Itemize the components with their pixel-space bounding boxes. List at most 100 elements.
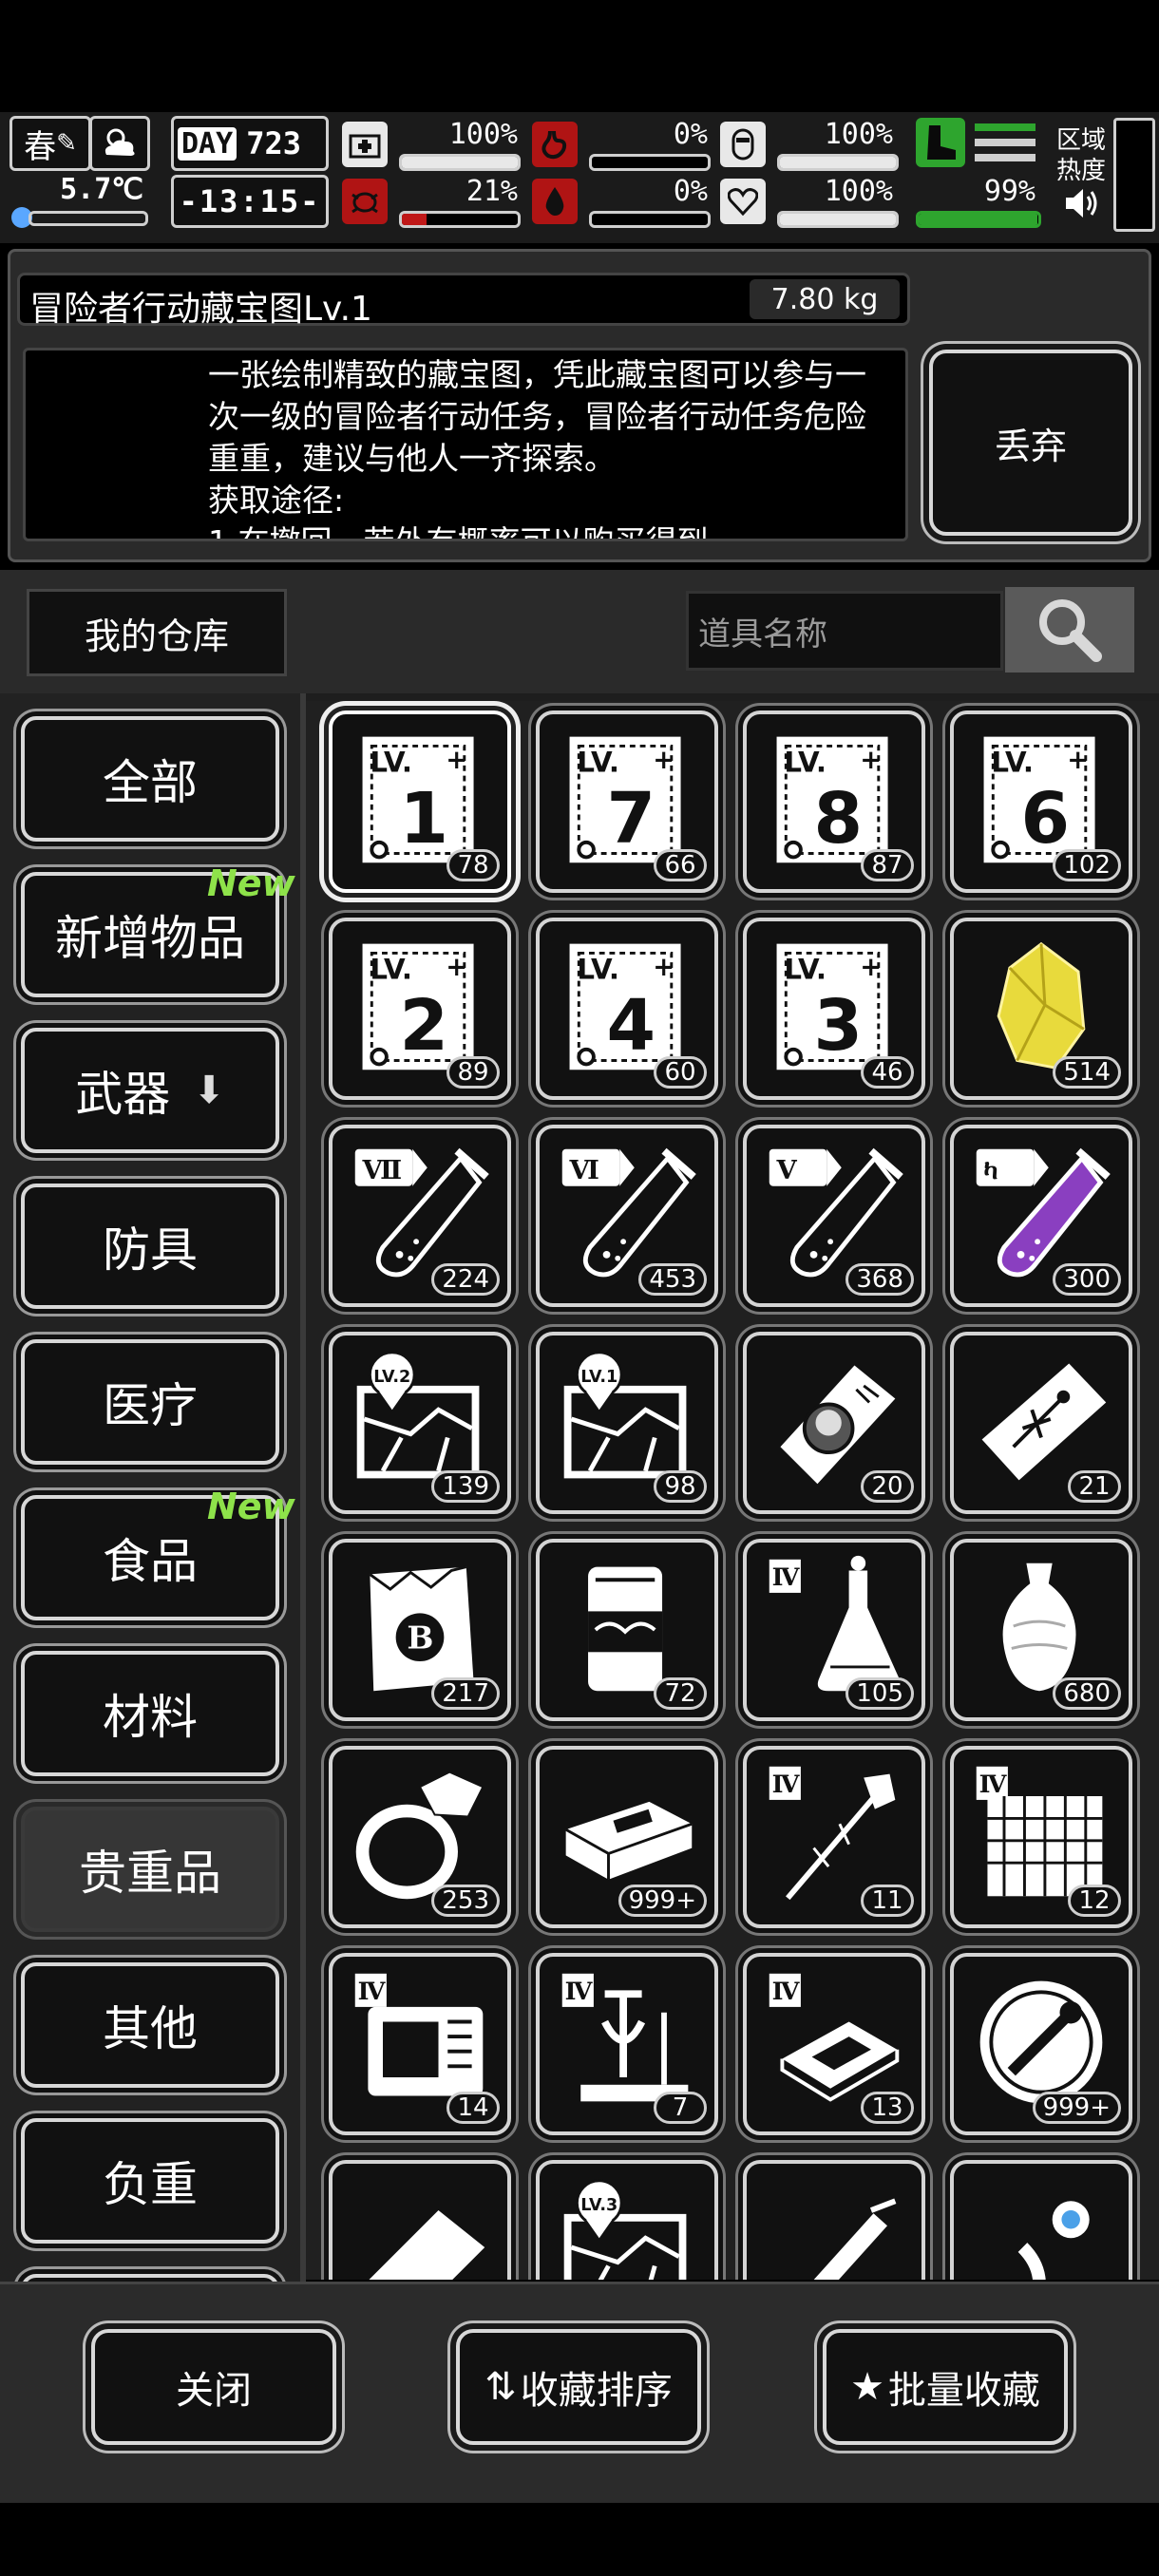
svg-text:+: +: [1067, 746, 1089, 775]
item-count-badge: 78: [446, 849, 500, 881]
stamina-bar-fill: [780, 157, 896, 168]
speaker-icon[interactable]: [1062, 184, 1100, 222]
item-slot-test-tube-v[interactable]: Ⅴ 368: [743, 1125, 925, 1307]
batch-favorite-label: 批量收藏: [887, 2369, 1040, 2413]
svg-text:Ⅳ: Ⅳ: [772, 1563, 801, 1591]
description-line: 次一级的冒险者行动任务，冒险者行动任务危险: [208, 398, 866, 435]
item-slot-ticket-partial[interactable]: [329, 2160, 511, 2280]
item-slot-food-can[interactable]: 72: [536, 1539, 718, 1721]
item-slot-robot-partial[interactable]: [950, 2160, 1132, 2280]
favorite-sort-label: 收藏排序: [520, 2369, 673, 2413]
category-4[interactable]: 医疗: [21, 1339, 279, 1465]
category-partial[interactable]: [21, 2274, 279, 2282]
category-7[interactable]: 贵重品: [21, 1807, 279, 1932]
item-slot-cpu-chip-iv[interactable]: Ⅳ 13: [743, 1953, 925, 2135]
item-count-badge: 105: [846, 1677, 914, 1710]
svg-text:LV.: LV.: [784, 747, 826, 779]
item-slot-skeleton-ticket[interactable]: 21: [950, 1332, 1132, 1514]
weight-bar-fill: [919, 214, 1037, 225]
item-count-badge: 999+: [618, 1885, 707, 1917]
item-slot-region-map-lv2[interactable]: LV.2 139: [329, 1332, 511, 1514]
favorite-sort-button[interactable]: ⇅ 收藏排序: [456, 2329, 701, 2445]
batch-favorite-button[interactable]: ★ 批量收藏: [823, 2329, 1068, 2445]
warehouse-title-box: 我的仓库: [27, 589, 287, 676]
bleeding-bar: [589, 211, 711, 228]
item-slot-flask-iv[interactable]: Ⅳ 105: [743, 1539, 925, 1721]
category-8[interactable]: 其他: [21, 1962, 279, 2088]
temperature-value: 5.7℃: [60, 173, 143, 206]
item-slot-wand-iv[interactable]: Ⅳ 11: [743, 1746, 925, 1928]
feather-icon: ✎: [56, 129, 77, 158]
item-count-badge: 60: [654, 1056, 707, 1089]
item-slot-porcelain-vase[interactable]: 680: [950, 1539, 1132, 1721]
region-map-lv3-icon: LV.3: [563, 2179, 687, 2280]
item-count-badge: 300: [1053, 1263, 1121, 1296]
item-weight: 7.80 kg: [770, 282, 879, 316]
ticket-partial-icon: [369, 2210, 485, 2280]
item-slot-test-tube-vi[interactable]: Ⅵ 453: [536, 1125, 718, 1307]
item-slot-treasure-map-lv8[interactable]: LV. + 8 87: [743, 710, 925, 893]
sort-arrows-icon: ⇅: [484, 2365, 517, 2409]
infection-bar: [399, 211, 521, 228]
item-slot-treasure-map-lv6[interactable]: LV. + 6 102: [950, 710, 1132, 893]
item-slot-treasure-map-lv3[interactable]: LV. + 3 46: [743, 918, 925, 1100]
item-count-badge: 102: [1053, 849, 1121, 881]
stamina-capsule-icon: [720, 122, 766, 167]
svg-text:+: +: [446, 953, 467, 982]
item-slot-treasure-map-lv4[interactable]: LV. + 4 60: [536, 918, 718, 1100]
zone-heat-label: 区域热度: [1056, 126, 1107, 185]
svg-text:4: 4: [607, 985, 656, 1067]
health-bar: [399, 154, 521, 171]
item-slot-treasure-map-lv1[interactable]: LV. + 1 78: [329, 710, 511, 893]
mood-bar-fill: [780, 214, 896, 225]
item-slot-purple-test-tube[interactable]: ካ 300: [950, 1125, 1132, 1307]
item-count-badge: 680: [1053, 1677, 1121, 1710]
item-slot-treasure-map-lv2[interactable]: LV. + 2 89: [329, 918, 511, 1100]
svg-text:LV.: LV.: [991, 747, 1034, 779]
close-button[interactable]: 关闭: [91, 2329, 336, 2445]
svg-text:+: +: [446, 746, 467, 775]
item-count-badge: 13: [861, 2092, 914, 2124]
item-slot-circuit-board-iv[interactable]: Ⅳ 12: [950, 1746, 1132, 1928]
item-slot-cash-bundle[interactable]: 999+: [536, 1746, 718, 1928]
item-count-badge: 89: [446, 1056, 500, 1089]
item-slot-treasure-map-lv7[interactable]: LV. + 7 66: [536, 710, 718, 893]
category-6[interactable]: 材料: [21, 1651, 279, 1776]
search-input[interactable]: 道具名称: [686, 591, 1003, 671]
item-grid: LV. + 1 78 LV. + 7 66 LV. + 8 87 LV. + 6…: [306, 701, 1159, 2280]
season-label: 春: [24, 127, 57, 166]
item-slot-coffee-bag[interactable]: B 217: [329, 1539, 511, 1721]
search-button[interactable]: [1005, 587, 1134, 672]
infection-percent: 21%: [466, 175, 518, 208]
mood-percent: 100%: [824, 175, 893, 208]
description-line: 1.在撤回，若外有概率可以购买得到: [208, 521, 902, 539]
item-slot-gold-crystal[interactable]: 514: [950, 918, 1132, 1100]
category-9[interactable]: 负重: [21, 2118, 279, 2244]
svg-text:Ⅳ: Ⅳ: [565, 1977, 594, 2005]
item-count-badge: 368: [846, 1263, 914, 1296]
category-label: 医疗: [103, 1378, 198, 1433]
item-count-badge: 46: [861, 1056, 914, 1089]
category-0[interactable]: 全部: [21, 716, 279, 842]
item-slot-region-map-lv1[interactable]: LV.1 98: [536, 1332, 718, 1514]
item-slot-test-tube-vii[interactable]: Ⅶ 224: [329, 1125, 511, 1307]
mood-bar: [777, 211, 899, 228]
category-3[interactable]: 防具: [21, 1184, 279, 1309]
svg-text:B: B: [407, 1619, 433, 1656]
item-slot-machine-part-iv[interactable]: Ⅳ 14: [329, 1953, 511, 2135]
svg-text:LV.: LV.: [577, 747, 619, 779]
discard-label: 丢弃: [994, 425, 1067, 467]
first-aid-kit-icon: [342, 122, 388, 167]
item-slot-syringe-partial[interactable]: [743, 2160, 925, 2280]
item-slot-portrait-ticket[interactable]: 20: [743, 1332, 925, 1514]
category-2[interactable]: 武器 ⬇: [21, 1028, 279, 1153]
item-count-badge: 7: [654, 2092, 707, 2124]
item-slot-tool-coin[interactable]: 999+: [950, 1953, 1132, 2135]
item-slot-region-map-lv3[interactable]: LV.3: [536, 2160, 718, 2280]
description-line: 一张绘制精致的藏宝图，凭此藏宝图可以参与一: [208, 356, 866, 393]
svg-text:Ⅳ: Ⅳ: [358, 1977, 387, 2005]
item-slot-diamond-ring[interactable]: 253: [329, 1746, 511, 1928]
svg-text:Ⅳ: Ⅳ: [772, 1977, 801, 2005]
discard-button[interactable]: 丢弃: [929, 350, 1132, 536]
item-slot-lab-stand-iv[interactable]: Ⅳ7: [536, 1953, 718, 2135]
